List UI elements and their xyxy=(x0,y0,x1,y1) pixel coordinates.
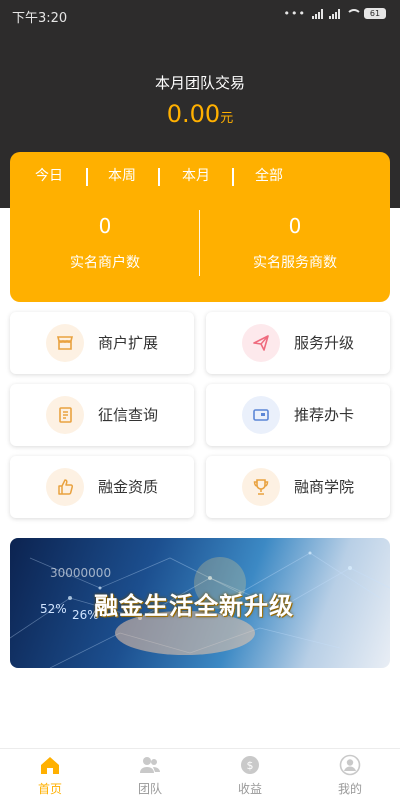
signal-icon-2 xyxy=(329,8,340,19)
team-icon xyxy=(140,757,160,773)
battery-icon: 61 xyxy=(364,8,386,19)
more-dots-icon: ••• xyxy=(283,7,306,20)
nav-profile[interactable]: 我的 xyxy=(300,749,400,800)
menu-label: 服务升级 xyxy=(294,334,355,352)
status-bar: 下午3:20 ••• 61 xyxy=(0,0,400,30)
team-transaction-amount: 0.00元 xyxy=(0,100,400,128)
status-time: 下午3:20 xyxy=(12,11,68,26)
tab-this-month[interactable]: 本月 xyxy=(166,164,226,188)
nav-earnings[interactable]: $ 收益 xyxy=(200,749,300,800)
merchant-count: 0 xyxy=(98,214,112,238)
card-icon xyxy=(242,396,280,434)
tab-divider xyxy=(158,168,160,186)
nav-home[interactable]: 首页 xyxy=(0,749,100,800)
status-icons: ••• 61 xyxy=(284,7,386,20)
menu-label: 融商学院 xyxy=(294,478,355,496)
menu-label: 商户扩展 xyxy=(98,334,159,352)
service-provider-count-label: 实名服务商数 xyxy=(253,255,337,271)
menu-business-academy[interactable]: 融商学院 xyxy=(206,456,390,518)
amount-value: 0.00 xyxy=(166,100,221,128)
menu-label: 推荐办卡 xyxy=(294,406,355,424)
svg-text:$: $ xyxy=(247,759,254,772)
document-icon xyxy=(46,396,84,434)
bottom-nav: 首页 团队 $ 收益 我的 xyxy=(0,748,400,800)
user-icon xyxy=(339,754,361,776)
dollar-coin-icon: $ xyxy=(241,756,259,774)
signal-icon xyxy=(312,8,323,19)
menu-merchant-expansion[interactable]: 商户扩展 xyxy=(10,312,194,374)
store-icon xyxy=(46,324,84,362)
banner-headline: 融金生活全新升级 xyxy=(94,592,294,620)
tab-this-week[interactable]: 本周 xyxy=(94,164,150,188)
stats-card: 今日 本周 本月 全部 0 实名商户数 0 实名服务商数 xyxy=(10,152,390,302)
merchant-count-label: 实名商户数 xyxy=(70,255,140,271)
nav-label: 收益 xyxy=(237,782,262,796)
amount-unit: 元 xyxy=(220,111,234,126)
thumbs-up-icon xyxy=(46,468,84,506)
banner-number: 30000000 xyxy=(50,566,112,580)
banner-percent-a: 52% xyxy=(40,602,67,616)
menu-service-upgrade[interactable]: 服务升级 xyxy=(206,312,390,374)
trophy-icon xyxy=(242,468,280,506)
home-icon xyxy=(41,757,59,774)
nav-label: 我的 xyxy=(337,782,362,796)
service-provider-count: 0 xyxy=(288,214,302,238)
merchant-stat: 0 实名商户数 xyxy=(10,214,200,272)
menu-label: 征信查询 xyxy=(98,406,159,424)
promo-banner[interactable]: 52% 26% 30000000 融金生活全新升级 xyxy=(10,538,390,668)
period-tabs: 今日 本周 本月 全部 xyxy=(10,164,390,188)
nav-label: 团队 xyxy=(137,782,162,796)
paper-plane-icon xyxy=(242,324,280,362)
wifi-icon xyxy=(346,9,362,18)
menu-financial-qualification[interactable]: 融金资质 xyxy=(10,456,194,518)
nav-label: 首页 xyxy=(37,782,62,796)
menu-credit-inquiry[interactable]: 征信查询 xyxy=(10,384,194,446)
menu-label: 融金资质 xyxy=(98,478,159,496)
tab-divider xyxy=(232,168,234,186)
menu-card-recommendation[interactable]: 推荐办卡 xyxy=(206,384,390,446)
service-provider-stat: 0 实名服务商数 xyxy=(200,214,390,272)
tab-divider xyxy=(86,168,88,186)
tab-today[interactable]: 今日 xyxy=(20,164,78,188)
page-title: 本月团队交易 xyxy=(154,74,245,92)
tab-all[interactable]: 全部 xyxy=(240,164,298,188)
nav-team[interactable]: 团队 xyxy=(100,749,200,800)
